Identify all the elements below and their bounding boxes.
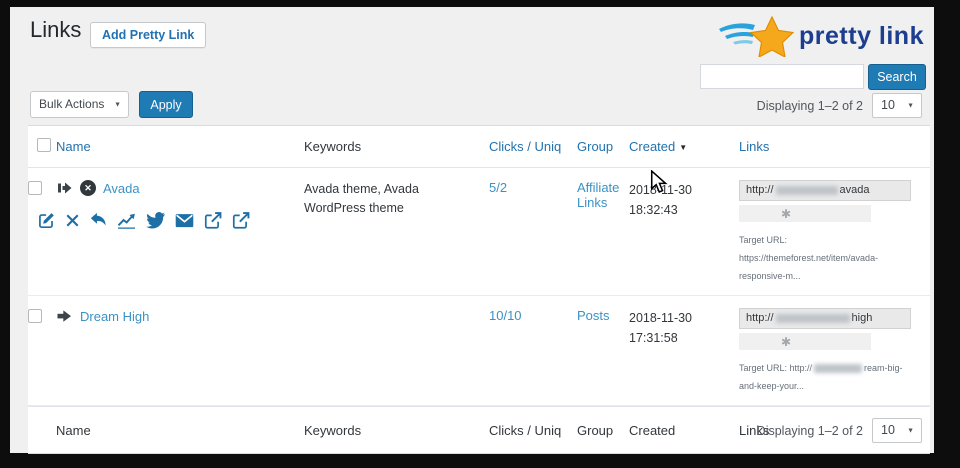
keywords-footer: Keywords <box>304 418 489 443</box>
link-name[interactable]: Avada <box>103 181 140 196</box>
created-time: 17:31:58 <box>629 331 678 345</box>
link-name[interactable]: Dream High <box>80 309 149 324</box>
select-all-checkbox[interactable] <box>37 138 51 152</box>
sort-group-header[interactable]: Group <box>577 139 613 154</box>
created-cell: 2018-11-30 18:32:43 <box>629 168 739 295</box>
sort-desc-icon: ▼ <box>679 143 687 152</box>
redirect-type-icon <box>56 308 73 324</box>
delete-icon[interactable] <box>65 212 80 229</box>
spinner-icon: ✱ <box>781 207 791 221</box>
created-date: 2018-11-30 <box>629 183 692 197</box>
row-actions <box>38 212 250 229</box>
keywords-cell: Avada theme, Avada WordPress theme <box>304 168 489 295</box>
url-prefix: http:// <box>746 312 774 324</box>
name-footer: Name <box>56 418 304 443</box>
group-link[interactable]: Affiliate Links <box>577 180 619 210</box>
created-time: 18:32:43 <box>629 203 678 217</box>
pretty-link-url-field[interactable]: http:// high <box>739 308 911 329</box>
page-title: Links <box>30 17 81 43</box>
links-cell: http:// avada ✱ Target URL: https://theme… <box>739 168 930 295</box>
url-suffix: avada <box>840 184 870 196</box>
sort-created-header[interactable]: Created <box>629 139 675 154</box>
table-row: Dream High 10/10 Posts 2018-11-30 17:31:… <box>28 296 930 406</box>
chevron-down-icon: ▼ <box>907 419 914 442</box>
created-footer: Created <box>629 418 739 443</box>
sort-clicks-header[interactable]: Clicks / Uniq <box>489 139 561 154</box>
displaying-count: Displaying 1–2 of 2 <box>757 99 863 113</box>
reset-icon[interactable] <box>90 212 107 229</box>
edit-icon[interactable] <box>38 212 55 229</box>
logo-wordmark: pretty link <box>799 22 924 51</box>
spinner-strip: ✱ <box>739 333 871 350</box>
pagination-bottom: Displaying 1–2 of 2 10 ▼ <box>757 418 922 443</box>
displaying-count: Displaying 1–2 of 2 <box>757 424 863 438</box>
url-prefix: http:// <box>746 184 774 196</box>
search-button[interactable]: Search <box>868 64 926 90</box>
admin-page: Links Add Pretty Link pretty link Search… <box>10 7 934 453</box>
email-icon[interactable] <box>175 212 194 229</box>
row-checkbox[interactable] <box>28 181 42 195</box>
chevron-down-icon: ▼ <box>907 94 914 117</box>
stats-chart-icon[interactable] <box>117 212 136 229</box>
chevron-down-icon: ▼ <box>114 92 121 117</box>
search-input[interactable] <box>700 64 864 89</box>
clicks-footer: Clicks / Uniq <box>489 418 577 443</box>
row-checkbox[interactable] <box>28 309 42 323</box>
apply-button[interactable]: Apply <box>139 91 193 118</box>
bulk-actions-label: Bulk Actions <box>39 97 104 111</box>
created-cell: 2018-11-30 17:31:58 <box>629 296 739 405</box>
nofollow-icon: ✕ <box>80 180 96 196</box>
external-link-icon[interactable] <box>232 212 250 229</box>
links-cell: http:// high ✱ Target URL: http://ream-bi… <box>739 296 930 405</box>
pretty-link-url-field[interactable]: http:// avada <box>739 180 911 201</box>
links-table: Name Keywords Clicks / Uniq Group Create… <box>28 125 930 454</box>
bulk-actions-select[interactable]: Bulk Actions ▼ <box>30 91 129 118</box>
per-page-value: 10 <box>881 423 895 437</box>
group-link[interactable]: Posts <box>577 308 610 323</box>
table-row: ✕ Avada <box>28 168 930 296</box>
per-page-select[interactable]: 10 ▼ <box>872 93 922 118</box>
clicks-link[interactable]: 5/2 <box>489 180 507 195</box>
table-header-row: Name Keywords Clicks / Uniq Group Create… <box>28 126 930 168</box>
redacted-url-segment <box>776 186 838 195</box>
redirect-type-icon <box>56 180 73 196</box>
twitter-icon[interactable] <box>146 212 165 229</box>
redacted-url-segment <box>776 314 850 323</box>
spinner-icon: ✱ <box>781 335 791 349</box>
pretty-link-star-icon <box>717 15 795 57</box>
pretty-link-logo: pretty link <box>717 15 924 57</box>
created-date: 2018-11-30 <box>629 311 692 325</box>
sort-links-header[interactable]: Links <box>739 139 769 154</box>
add-pretty-link-button[interactable]: Add Pretty Link <box>90 22 206 48</box>
external-link-icon[interactable] <box>204 212 222 229</box>
sort-name-header[interactable]: Name <box>56 139 91 154</box>
target-url: Target URL: https://themeforest.net/item… <box>739 231 915 285</box>
keywords-header: Keywords <box>304 134 489 159</box>
per-page-select[interactable]: 10 ▼ <box>872 418 922 443</box>
keywords-cell <box>304 296 489 405</box>
clicks-link[interactable]: 10/10 <box>489 308 522 323</box>
pagination-top: Displaying 1–2 of 2 10 ▼ <box>757 93 922 118</box>
group-footer: Group <box>577 418 629 443</box>
per-page-value: 10 <box>881 98 895 112</box>
redacted-url-segment <box>814 364 862 373</box>
target-url: Target URL: http://ream-big-and-keep-you… <box>739 359 915 395</box>
url-suffix: high <box>852 312 873 324</box>
target-url-prefix: Target URL: http:// <box>739 363 812 373</box>
spinner-strip: ✱ <box>739 205 871 222</box>
